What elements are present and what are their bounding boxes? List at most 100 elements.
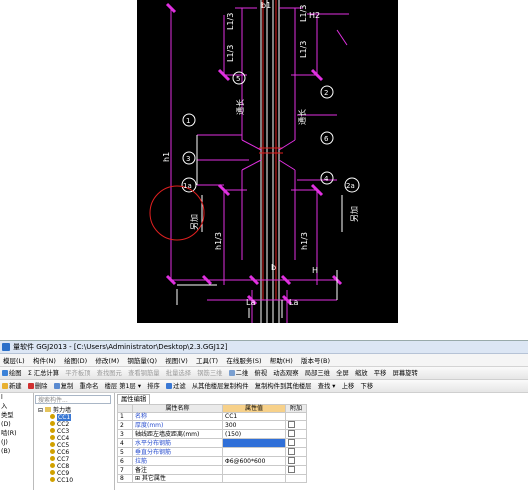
zoom-button[interactable]: 缩放 <box>355 368 368 377</box>
main-toolbar: 绘图 Σ 汇总计算 平齐板顶 查找图元 查看钢筋量 批量选择 钢筋三维 二维 俯… <box>0 367 528 380</box>
table-row: 1 名称 CC1 <box>117 412 307 421</box>
new-icon <box>2 383 8 389</box>
batch-select-button[interactable]: 批量选择 <box>166 368 191 377</box>
tree-item[interactable]: CC7 <box>34 456 114 463</box>
prop-value-vertical-rebar[interactable] <box>222 447 286 457</box>
menu-rebar[interactable]: 钢筋量(Q) <box>127 355 157 365</box>
rotate-screen-button[interactable]: 屏幕旋转 <box>393 368 418 377</box>
menu-floor[interactable]: 模层(L) <box>3 355 25 365</box>
delete-icon <box>27 383 34 389</box>
attach-checkbox[interactable] <box>288 448 295 455</box>
menu-modify[interactable]: 修改(M) <box>95 355 119 365</box>
menu-help[interactable]: 帮助(H) <box>270 355 293 365</box>
table-row: 3 轴线距左墙皮距离(mm) (150) <box>117 429 307 439</box>
menu-version[interactable]: 版本号(B) <box>301 355 330 365</box>
marker-2: 2 <box>324 89 328 97</box>
find-element-button[interactable]: 查找图元 <box>97 368 122 377</box>
2d-button[interactable]: 二维 <box>228 368 248 377</box>
wall-icon <box>50 463 55 468</box>
tree-item[interactable]: CC2 <box>34 421 114 428</box>
grid-icon <box>228 370 235 376</box>
tree-item[interactable]: CC3 <box>34 428 114 435</box>
prop-value-name[interactable]: CC1 <box>222 412 286 421</box>
attach-checkbox[interactable] <box>288 457 295 464</box>
prop-value-horizontal-rebar[interactable] <box>222 438 286 448</box>
menu-view[interactable]: 视图(V) <box>165 355 188 365</box>
nav-item[interactable]: (B) <box>1 447 33 456</box>
prop-value-axis-offset[interactable]: (150) <box>222 429 286 439</box>
folder-icon <box>44 407 51 412</box>
tree-item[interactable]: CC8 <box>34 463 114 470</box>
tree-item[interactable]: CC4 <box>34 435 114 442</box>
tree-root[interactable]: ⊟ 剪力墙 <box>34 407 114 414</box>
nav-item[interactable]: l <box>1 393 33 402</box>
label-tongchang-left: 通长 <box>235 99 245 115</box>
rebar-3d-button[interactable]: 钢筋三维 <box>197 368 222 377</box>
align-slab-top-button[interactable]: 平齐板顶 <box>65 368 90 377</box>
component-tree-panel: 搜索构件... ⊟ 剪力墙 CC1 CC2 CC3 CC4 CC5 CC6 CC… <box>34 393 115 490</box>
attach-checkbox[interactable] <box>288 421 295 428</box>
nav-panel: l 入 类型 (D) 啮(R) (J) (B) <box>0 393 34 490</box>
filter-button[interactable]: 过滤 <box>166 381 186 390</box>
label-tongchang-right: 通长 <box>297 109 307 125</box>
dim-h2: H2 <box>309 11 320 20</box>
nav-item[interactable]: (D) <box>1 420 33 429</box>
pan-button[interactable]: 平移 <box>374 368 387 377</box>
tree-item[interactable]: CC10 <box>34 477 114 484</box>
tree-item[interactable]: CC9 <box>34 470 114 477</box>
expand-other-props[interactable]: ⊞ 其它属性 <box>132 474 223 483</box>
copy-icon <box>53 383 60 389</box>
wall-icon <box>50 456 55 461</box>
menu-component[interactable]: 构件(N) <box>33 355 56 365</box>
top-view-button[interactable]: 俯视 <box>254 368 267 377</box>
tree-item-cc1[interactable]: CC1 <box>34 414 114 421</box>
tab-property-edit[interactable]: 属性编辑 <box>117 394 151 404</box>
dim-h1: h1 <box>162 152 171 162</box>
property-table: 属性名称 属性值 附加 1 名称 CC1 2 厚度(mm) 300 3 轴线距左… <box>117 404 307 483</box>
move-up-button[interactable]: 上移 <box>342 381 355 390</box>
sort-button[interactable]: 排序 <box>147 381 160 390</box>
cad-drawing: b1 H2 b H La La 1 2 3 4 5 6 1a 2a L1/3 L… <box>137 0 398 323</box>
tree-item[interactable]: CC5 <box>34 442 114 449</box>
view-rebar-button[interactable]: 查看钢筋量 <box>128 368 159 377</box>
local-3d-button[interactable]: 局部三维 <box>305 368 330 377</box>
nav-item[interactable]: 类型 <box>1 411 33 420</box>
sum-calc-button[interactable]: Σ 汇总计算 <box>28 368 59 377</box>
prop-value-thickness[interactable]: 300 <box>222 420 286 430</box>
attach-checkbox[interactable] <box>288 430 295 437</box>
nav-item[interactable]: 入 <box>1 402 33 411</box>
fullscreen-button[interactable]: 全屏 <box>336 368 349 377</box>
prop-value-remark[interactable] <box>222 465 286 475</box>
marker-5: 5 <box>236 75 240 83</box>
wall-icon <box>50 421 55 426</box>
orbit-button[interactable]: 动态观察 <box>273 368 298 377</box>
menu-draw[interactable]: 绘图(D) <box>64 355 87 365</box>
copy-from-floor-button[interactable]: 从其他楼层复制构件 <box>192 381 249 390</box>
copy-button[interactable]: 复制 <box>53 381 73 390</box>
menu-online[interactable]: 在线服务(S) <box>226 355 261 365</box>
attach-checkbox[interactable] <box>288 466 295 473</box>
dim-l1-3-d: L1/3 <box>299 41 308 58</box>
dim-l1-3-a: L1/3 <box>226 13 235 30</box>
search-input[interactable]: 搜索构件... <box>35 395 111 404</box>
draw-button[interactable]: 绘图 <box>2 368 22 377</box>
property-panel: 属性编辑 属性名称 属性值 附加 1 名称 CC1 2 厚度(mm) 300 3… <box>115 393 528 490</box>
nav-item[interactable]: (J) <box>1 438 33 447</box>
label-lingjia-left: 另加 <box>189 214 199 230</box>
wall-icon <box>50 428 55 433</box>
prop-value-tie-bar[interactable]: Φ6@600*600 <box>222 456 286 466</box>
nav-item[interactable]: 啮(R) <box>1 429 33 438</box>
new-button[interactable]: 新建 <box>2 381 22 390</box>
delete-button[interactable]: 删除 <box>27 381 47 390</box>
find-button[interactable]: 查找 ▾ <box>318 381 336 390</box>
floor-select[interactable]: 楼层 第1层 ▾ <box>105 381 141 390</box>
menu-tools[interactable]: 工具(T) <box>196 355 218 365</box>
marker-6: 6 <box>324 135 329 143</box>
filter-icon <box>166 383 173 389</box>
tree-item[interactable]: CC6 <box>34 449 114 456</box>
dim-la-right: La <box>289 298 298 307</box>
rename-button[interactable]: 重命名 <box>79 381 98 390</box>
move-down-button[interactable]: 下移 <box>361 381 374 390</box>
copy-to-floor-button[interactable]: 复制构件到其他楼层 <box>255 381 312 390</box>
attach-checkbox[interactable] <box>288 439 295 446</box>
